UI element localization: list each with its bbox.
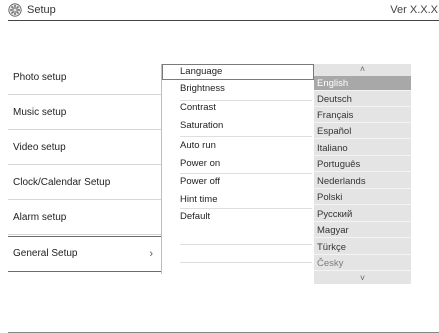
version-label: Ver X.X.X [390,4,438,16]
scroll-up-arrow-icon[interactable]: ˄ [314,64,411,75]
option-label: Language [180,66,223,77]
option-label: Hint time [180,194,218,205]
option-brightness[interactable]: Brightness [162,81,314,97]
language-portugues[interactable]: Português [314,157,411,172]
option-label: Power on [180,158,221,169]
menu-item-label: Clock/Calendar Setup [13,177,111,188]
language-label: Русский [317,209,353,220]
general-options-list: Language Brightness Contrast Saturation … [161,64,314,274]
language-english[interactable]: English [314,76,411,91]
menu-item-photo-setup[interactable]: Photo setup [8,61,161,95]
language-magyar[interactable]: Magyar [314,223,411,238]
option-saturation[interactable]: Saturation [162,118,314,134]
language-label: Português [317,159,361,170]
language-label: English [317,78,349,89]
language-turkce[interactable]: Türkçe [314,240,411,255]
menu-item-general-setup[interactable]: General Setup › [8,236,161,272]
gear-icon [8,3,22,17]
option-label: Contrast [180,102,216,113]
setup-screen: Setup Ver X.X.X Photo setup Music setup … [0,0,439,333]
divider [180,262,312,263]
menu-item-music-setup[interactable]: Music setup [8,96,161,130]
scroll-down-arrow-icon[interactable]: ˅ [314,273,411,284]
option-label: Power off [180,176,220,187]
menu-item-alarm-setup[interactable]: Alarm setup [8,201,161,235]
language-label: Deutsch [317,94,352,105]
language-list: ˄ English Deutsch Français Español Itali… [314,64,411,284]
menu-item-label: General Setup [13,248,78,259]
language-label: Magyar [317,225,349,236]
option-default[interactable]: Default [162,209,314,225]
language-espanol[interactable]: Español [314,124,411,139]
language-label: Italiano [317,143,348,154]
option-label: Auto run [180,140,216,151]
chevron-right-icon: › [149,248,153,260]
title-divider [8,20,439,21]
language-deutsch[interactable]: Deutsch [314,92,411,107]
menu-item-label: Video setup [13,142,66,153]
language-polski[interactable]: Polski [314,190,411,205]
language-label: Türkçe [317,242,347,253]
menu-item-label: Photo setup [13,72,67,83]
option-label: Saturation [180,120,224,131]
option-label: Brightness [180,83,225,94]
divider [180,244,312,245]
option-power-off[interactable]: Power off [162,174,314,190]
page-title: Setup [27,4,56,16]
language-italiano[interactable]: Italiano [314,141,411,156]
option-power-on[interactable]: Power on [162,156,314,172]
language-label: Français [317,110,354,121]
language-francais[interactable]: Français [314,108,411,123]
language-label: Nederlands [317,176,366,187]
option-contrast[interactable]: Contrast [162,100,314,116]
language-cesky[interactable]: Česky [314,256,411,271]
language-nederlands[interactable]: Nederlands [314,174,411,189]
option-hint-time[interactable]: Hint time [162,192,314,208]
language-label: Español [317,126,352,137]
language-label: Polski [317,192,343,203]
menu-item-label: Music setup [13,107,67,118]
menu-item-label: Alarm setup [13,212,67,223]
setup-menu: Photo setup Music setup Video setup Cloc… [8,61,161,272]
option-auto-run[interactable]: Auto run [162,138,314,154]
language-russian[interactable]: Русский [314,207,411,222]
title-bar: Setup Ver X.X.X [0,0,439,20]
language-label: Česky [317,258,344,269]
menu-item-clock-calendar-setup[interactable]: Clock/Calendar Setup [8,166,161,200]
option-label: Default [180,211,211,222]
menu-item-video-setup[interactable]: Video setup [8,131,161,165]
option-language[interactable]: Language [162,64,314,80]
divider [180,136,312,137]
